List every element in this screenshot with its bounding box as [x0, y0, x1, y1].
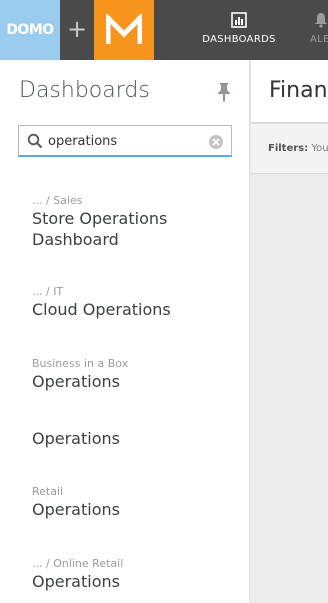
dashboard-title: Finance — [269, 78, 328, 103]
filters-bar[interactable]: Filters: Your filters — [251, 124, 328, 174]
dashboard-result-name: Operations — [32, 500, 120, 519]
search-icon — [27, 133, 43, 149]
domo-logo[interactable]: DOMO — [0, 0, 60, 60]
dashboard-result-name: Operations — [32, 429, 120, 448]
top-navigation-bar: DOMO + DASHBOARDS ALERTS — [0, 0, 328, 60]
dashboard-result-path: ... / IT — [32, 285, 64, 298]
m-letter-icon — [106, 14, 142, 44]
dashboard-result-item[interactable]: ... / Online Retail Operations — [32, 557, 232, 592]
dashboard-result-item[interactable]: Operations — [32, 414, 232, 449]
dashboard-header: Finance — [251, 60, 328, 122]
nav-alerts[interactable]: ALERTS — [300, 0, 328, 60]
dashboard-result-name: Cloud Operations — [32, 300, 171, 319]
dashboard-result-name: Store Operations Dashboard — [32, 209, 168, 249]
sidebar-title: Dashboards — [19, 78, 150, 103]
dashboards-sidebar: Dashboards ... / Sales Store Operations … — [0, 60, 250, 603]
dashboard-result-name: Operations — [32, 572, 120, 591]
dashboards-icon — [231, 12, 247, 28]
search-input[interactable] — [48, 130, 208, 152]
dashboard-result-path: ... / Online Retail — [32, 557, 124, 570]
nav-dashboards[interactable]: DASHBOARDS — [192, 0, 286, 60]
dashboard-result-item[interactable]: ... / Sales Store Operations Dashboard — [32, 194, 232, 250]
dashboard-result-path: ... / Sales — [32, 194, 83, 207]
dashboard-result-path: Retail — [32, 485, 64, 498]
plus-icon: + — [66, 15, 88, 43]
dashboard-result-item[interactable]: ... / IT Cloud Operations — [32, 285, 232, 320]
filters-text: Filters: Your filters — [268, 143, 328, 154]
clear-search-icon[interactable] — [208, 134, 224, 150]
dashboard-result-item[interactable]: Retail Operations — [32, 485, 232, 520]
dashboard-result-path — [32, 414, 232, 428]
dashboard-result-path: Business in a Box — [32, 357, 129, 370]
search-box — [18, 125, 232, 157]
dashboard-result-item[interactable]: Business in a Box Operations — [32, 357, 232, 392]
filters-label: Filters: — [268, 143, 309, 154]
nav-dashboards-label: DASHBOARDS — [202, 34, 276, 45]
pin-icon[interactable] — [216, 82, 232, 102]
bell-icon — [315, 13, 327, 28]
filters-value: Your filters — [311, 143, 328, 154]
dashboard-result-name: Operations — [32, 372, 120, 391]
nav-alerts-label: ALERTS — [310, 34, 328, 45]
m-app-logo[interactable] — [94, 0, 154, 60]
